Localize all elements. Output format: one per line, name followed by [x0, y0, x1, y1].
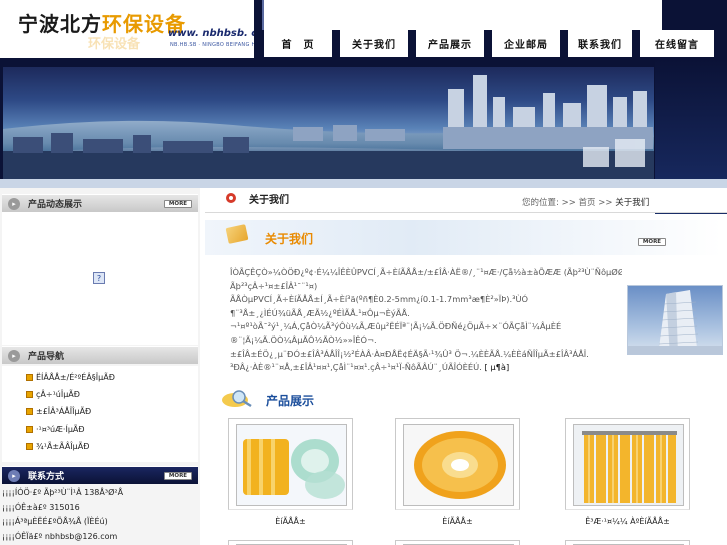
nav-home[interactable]: 首 页: [264, 30, 332, 57]
about-more-button[interactable]: MORE: [638, 238, 666, 246]
banner-skyline-graphic: [3, 75, 654, 179]
contact-email[interactable]: ¡¡¡¡ÓÊÏä£º nbhbsb@126.com: [2, 529, 117, 543]
arrow-right-icon: ▸: [8, 469, 20, 482]
bullet-icon: [26, 390, 33, 398]
contact-address: ¡¡¡¡ÍÓÖ·£º Ãþ²³Ù¨Ì¹Â 138Å³Ø²Å: [2, 487, 124, 497]
about-title: 关于我们: [265, 232, 314, 246]
nav-separator: [484, 30, 492, 57]
bullet-icon: [26, 425, 33, 433]
breadcrumb-separator: >>: [598, 198, 613, 208]
news-more-button[interactable]: MORE: [164, 199, 192, 208]
news-box-header: ▸ 产品动态展示 MORE: [2, 194, 198, 212]
about-text: ÎÒÃÇÊÇÒ»¼ÒÖÐ¿º¢·É¼¼ÎÊÈÛPVCÍ¸Ã÷ÈíÃÅÅ±/±£Î…: [230, 266, 622, 375]
product-caption[interactable]: Ê³Æ·¹¤¼¼ ÀºÈíÃÅÅ±: [565, 517, 690, 526]
arrow-right-icon: ▸: [8, 349, 20, 362]
nav-mail[interactable]: 企业邮局: [492, 30, 560, 57]
about-line: Ãþ²³çÂ÷¹¤±£ÎÂ¹¯¨¹¤): [230, 280, 318, 291]
about-detail-link[interactable]: [ µ¶à]: [484, 362, 509, 372]
product-card-partial[interactable]: [228, 540, 353, 545]
breadcrumb-current: 关于我们: [615, 198, 650, 208]
nav-about[interactable]: 关于我们: [340, 30, 408, 57]
broken-image-icon[interactable]: ?: [93, 272, 105, 284]
news-box-title: 产品动态展示: [28, 200, 83, 210]
product-nav-link[interactable]: ¾¹Ã±ÃÂÎµÃÐ: [26, 438, 89, 454]
nav-message[interactable]: 在线留言: [640, 30, 714, 57]
about-line: ¬¹¤º¹òÃ¯²ý¹¸¼Á,ÇåÒ¼Ã³ýÔù¼Ã,Æûµ²ËÉÏª¨¦Ã¡¼…: [230, 321, 562, 332]
banner-city-photo: [3, 67, 654, 179]
nav-contact[interactable]: 联系我们: [568, 30, 632, 57]
product-card[interactable]: [395, 418, 520, 510]
products-title: 产品展示: [266, 394, 315, 408]
logo-url: www. nbhbsb. cn: [168, 28, 265, 39]
product-caption[interactable]: ÈíÃÅÅ±: [395, 517, 520, 526]
contact-person: ¡¡¡¡Á³ªµÈËÉ£ºÕÅ¾Å (ÏÈÉú): [2, 516, 108, 526]
banner-bottom-strip: [0, 179, 727, 188]
bullet-icon: [26, 407, 33, 415]
product-nav-title: 产品导航: [28, 352, 65, 362]
product-card-partial[interactable]: [565, 540, 690, 545]
nav-separator: [632, 30, 640, 57]
target-icon: [226, 193, 236, 203]
about-line: ®¨¦Ã¡¼Ã.ÖÒ¼ÂµÃÔ½ÃÒ½»»ÎÊÓ¬.: [230, 334, 377, 345]
product-card-partial[interactable]: [395, 540, 520, 545]
product-caption[interactable]: ÈíÃÅÅ±: [228, 517, 353, 526]
product-image: [236, 424, 347, 506]
product-nav-link[interactable]: ·¹¤³úÆ·ÍµÃÐ: [26, 421, 85, 437]
building-photo: [627, 285, 723, 355]
breadcrumb-label: 您的位置:: [522, 198, 559, 208]
about-line: ÃÅÒµPVCÍ¸Ã÷ÈíÃÅÅ±Í¸Ã÷Èí³ä(ºñ¶È0.2-5mm¿í0…: [230, 294, 529, 305]
nav-separator: [408, 30, 416, 57]
product-card[interactable]: [228, 418, 353, 510]
nav-top-strip: [262, 0, 662, 30]
bullet-icon: [26, 442, 33, 450]
product-nav-link[interactable]: çÂ÷¹úÎµÃÐ: [26, 386, 80, 402]
product-nav-header: ▸ 产品导航: [2, 346, 198, 364]
contact-postcode: ¡¡¡¡ÓÊ±à£º 315016: [2, 502, 80, 512]
product-nav-link[interactable]: ±£ÎÂ³ÁÅÎÎµÃÐ: [26, 403, 91, 419]
bullet-icon: [26, 373, 33, 381]
nav-separator: [560, 30, 568, 57]
breadcrumb: 您的位置: >> 首页 >> 关于我们: [522, 196, 649, 208]
product-image: [573, 424, 684, 506]
breadcrumb-separator: >>: [561, 198, 576, 208]
magnifier-icon: [221, 389, 255, 409]
arrow-right-icon: ▸: [8, 197, 20, 210]
contact-more-button[interactable]: MORE: [164, 471, 192, 480]
about-line: ±£ÎÂ±ÉÖ¿¸µ¨ÐÓ±£ÎÂ³ÁÅÎÎ¡½²ÉÀÂ·À¤ÐÅË¢ÉÄ§Ã·…: [230, 348, 589, 359]
about-line: ÎÒÃÇÊÇÒ»¼ÒÖÐ¿º¢·É¼¼ÎÊÈÛPVCÍ¸Ã÷ÈíÃÅÅ±/±£Î…: [230, 267, 622, 277]
product-card[interactable]: [565, 418, 690, 510]
nav-separator: [332, 30, 340, 57]
about-line: ¶¨³Å±¸¿ÌÉÚ¾üÃÅ¸ÆÃ½¿ºÉÌÃÅ.¹¤Ôµ¬ÈýÃÅ.: [230, 307, 410, 318]
about-line-last: ³ÐÂ¿·ÀÈ®¹¨¤Å,±£ÎÂ¹¤¤¹,ÇåÌ¨¹¤¤¹.çÂ÷¹¤¹Ï-Ñ…: [230, 362, 510, 373]
building-graphic: [628, 290, 722, 354]
breadcrumb-home[interactable]: 首页: [579, 198, 596, 208]
contact-box-header: ▸ 联系方式 MORE: [2, 466, 198, 484]
contact-box-title: 联系方式: [28, 472, 65, 482]
product-image: [403, 424, 514, 506]
logo-shadow-text: 环保设备: [88, 37, 141, 52]
product-nav-link[interactable]: ËÍÂÅÅ±/É²ºÉÂ§ÎµÃÐ: [26, 369, 115, 385]
nav-products[interactable]: 产品展示: [416, 30, 484, 57]
section-title: 关于我们: [249, 195, 289, 206]
